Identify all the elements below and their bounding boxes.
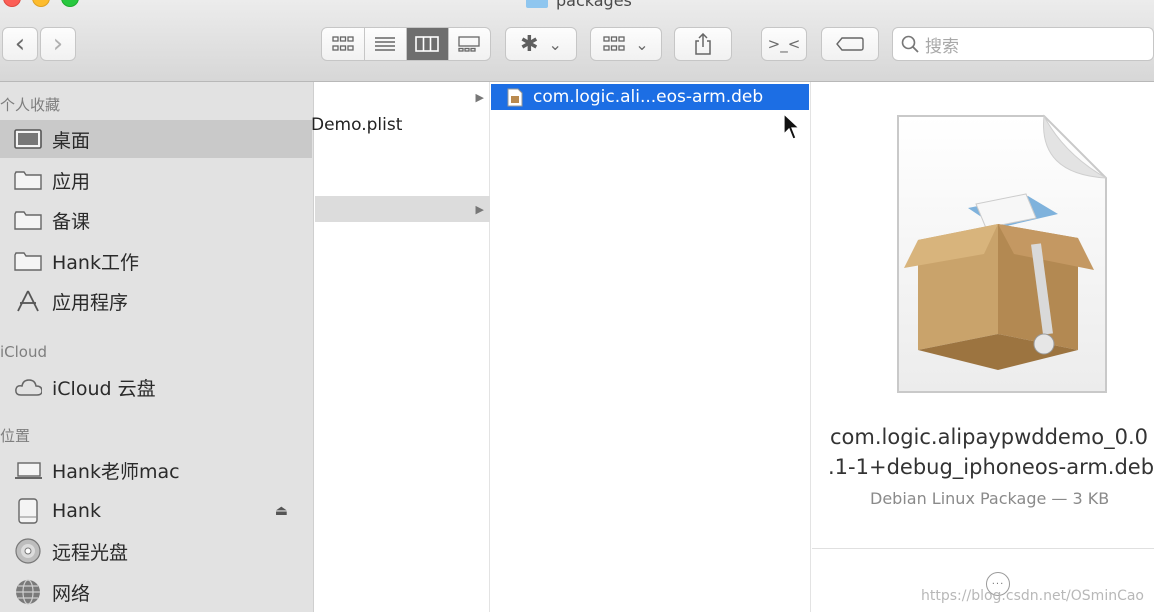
file-name: com.logic.ali...eos-arm.deb	[533, 87, 764, 107]
group-by-button[interactable]: ⌄	[590, 27, 662, 61]
column-row[interactable]: ▶	[315, 84, 490, 110]
chevron-left-icon: ‹	[14, 29, 26, 59]
chevron-down-icon: ⌄	[635, 34, 649, 54]
disk-icon	[14, 498, 42, 524]
sidebar-item-label: Hank老师mac	[52, 460, 180, 483]
tag-icon	[836, 37, 864, 51]
sidebar-item-label: 应用程序	[52, 291, 129, 314]
gallery-view-button[interactable]	[449, 28, 490, 60]
optical-disc-icon	[14, 538, 42, 564]
terminal-button[interactable]: >_<	[761, 27, 807, 61]
view-mode-segmented-control	[321, 27, 491, 61]
sidebar-item-prep-folder[interactable]: 备课	[0, 201, 312, 239]
search-field[interactable]: 搜索	[892, 27, 1154, 61]
preview-file-meta: Debian Linux Package — 3 KB	[870, 489, 1110, 508]
sidebar-item-label: 网络	[52, 582, 91, 605]
sidebar-item-label: 桌面	[52, 129, 91, 152]
sidebar-item-label: iCloud 云盘	[52, 377, 156, 400]
grid-icon	[332, 36, 354, 51]
disclosure-arrow-icon: ▶	[475, 90, 484, 104]
sidebar-item-hank-mac[interactable]: Hank老师mac	[0, 451, 312, 489]
gear-icon: ✱	[520, 31, 539, 57]
applications-icon	[14, 288, 42, 314]
package-file-icon	[897, 114, 1107, 393]
search-placeholder: 搜索	[925, 36, 959, 57]
zoom-window-button[interactable]	[61, 0, 79, 7]
share-icon	[695, 33, 711, 55]
chevron-down-icon: ⌄	[548, 34, 562, 54]
minimize-window-button[interactable]	[32, 0, 50, 7]
sidebar-item-label: Hank工作	[52, 251, 139, 274]
sidebar: 个人收藏 桌面 应用 备课 Hank工作 应用程序 iCloud iCloud …	[0, 82, 314, 612]
network-icon	[14, 579, 42, 605]
sidebar-item-label: 应用	[52, 170, 91, 193]
sidebar-item-remote-disc[interactable]: 远程光盘	[0, 532, 312, 570]
sidebar-item-icloud-drive[interactable]: iCloud 云盘	[0, 368, 312, 406]
file-name: Demo.plist	[311, 115, 403, 135]
close-window-button[interactable]	[3, 0, 21, 7]
sidebar-item-label: 远程光盘	[52, 541, 129, 564]
folder-icon	[14, 207, 42, 233]
favorites-header: 个人收藏	[0, 96, 61, 114]
icon-view-button[interactable]	[322, 28, 365, 60]
locations-header: 位置	[0, 427, 31, 445]
column-row-selected[interactable]: ▶	[315, 196, 490, 222]
share-button[interactable]	[674, 27, 732, 61]
window-title-text: packages	[556, 0, 632, 10]
preview-divider	[812, 548, 1154, 549]
columns-icon	[415, 36, 440, 52]
cloud-icon	[14, 374, 42, 400]
terminal-icon: >_<	[767, 35, 801, 53]
deb-file-icon	[507, 88, 523, 106]
list-icon	[375, 37, 396, 51]
sidebar-item-hank-work[interactable]: Hank工作	[0, 242, 312, 280]
mouse-pointer-icon	[783, 113, 801, 140]
action-menu-button[interactable]: ✱ ⌄	[505, 27, 577, 61]
folder-icon	[14, 167, 42, 193]
selected-file-row[interactable]: com.logic.ali...eos-arm.deb	[491, 84, 809, 110]
preview-pane: com.logic.alipaypwddemo_0.0 .1-1+debug_i…	[812, 82, 1154, 612]
sidebar-item-applications[interactable]: 应用程序	[0, 282, 312, 320]
laptop-icon	[14, 457, 42, 483]
sidebar-item-label: Hank	[52, 500, 101, 522]
forward-button[interactable]: ›	[40, 27, 76, 61]
sidebar-item-label: 备课	[52, 210, 91, 233]
browser-column-1: ▶ Demo.plist ▶	[311, 82, 490, 612]
disclosure-arrow-icon: ▶	[475, 202, 484, 216]
gallery-icon	[458, 36, 480, 52]
watermark: https://blog.csdn.net/OSminCao	[921, 588, 1144, 604]
desktop-icon	[14, 126, 42, 152]
browser-column-2: com.logic.ali...eos-arm.deb	[491, 82, 811, 612]
sidebar-item-apps-folder[interactable]: 应用	[0, 161, 312, 199]
column-row[interactable]: Demo.plist	[311, 112, 490, 138]
preview-file-name-line1: com.logic.alipaypwddemo_0.0	[830, 425, 1149, 449]
toolbar: packages ‹ › ✱ ⌄ ⌄ >_< 搜索	[0, 0, 1154, 82]
window-title: packages	[526, 0, 632, 10]
icloud-header: iCloud	[0, 343, 48, 361]
sidebar-item-desktop[interactable]: 桌面	[0, 120, 312, 158]
group-grid-icon	[603, 36, 625, 51]
folder-icon	[14, 248, 42, 274]
column-view-button[interactable]	[407, 28, 449, 60]
list-view-button[interactable]	[365, 28, 407, 60]
chevron-right-icon: ›	[52, 29, 64, 59]
search-icon	[901, 35, 919, 53]
sidebar-item-network[interactable]: 网络	[0, 573, 312, 611]
folder-icon	[526, 0, 548, 8]
tags-button[interactable]	[821, 27, 879, 61]
sidebar-item-hank-disk[interactable]: Hank ⏏	[0, 492, 312, 530]
eject-icon[interactable]: ⏏	[275, 503, 288, 519]
preview-file-name-line2: .1-1+debug_iphoneos-arm.deb	[828, 455, 1154, 479]
back-button[interactable]: ‹	[2, 27, 38, 61]
